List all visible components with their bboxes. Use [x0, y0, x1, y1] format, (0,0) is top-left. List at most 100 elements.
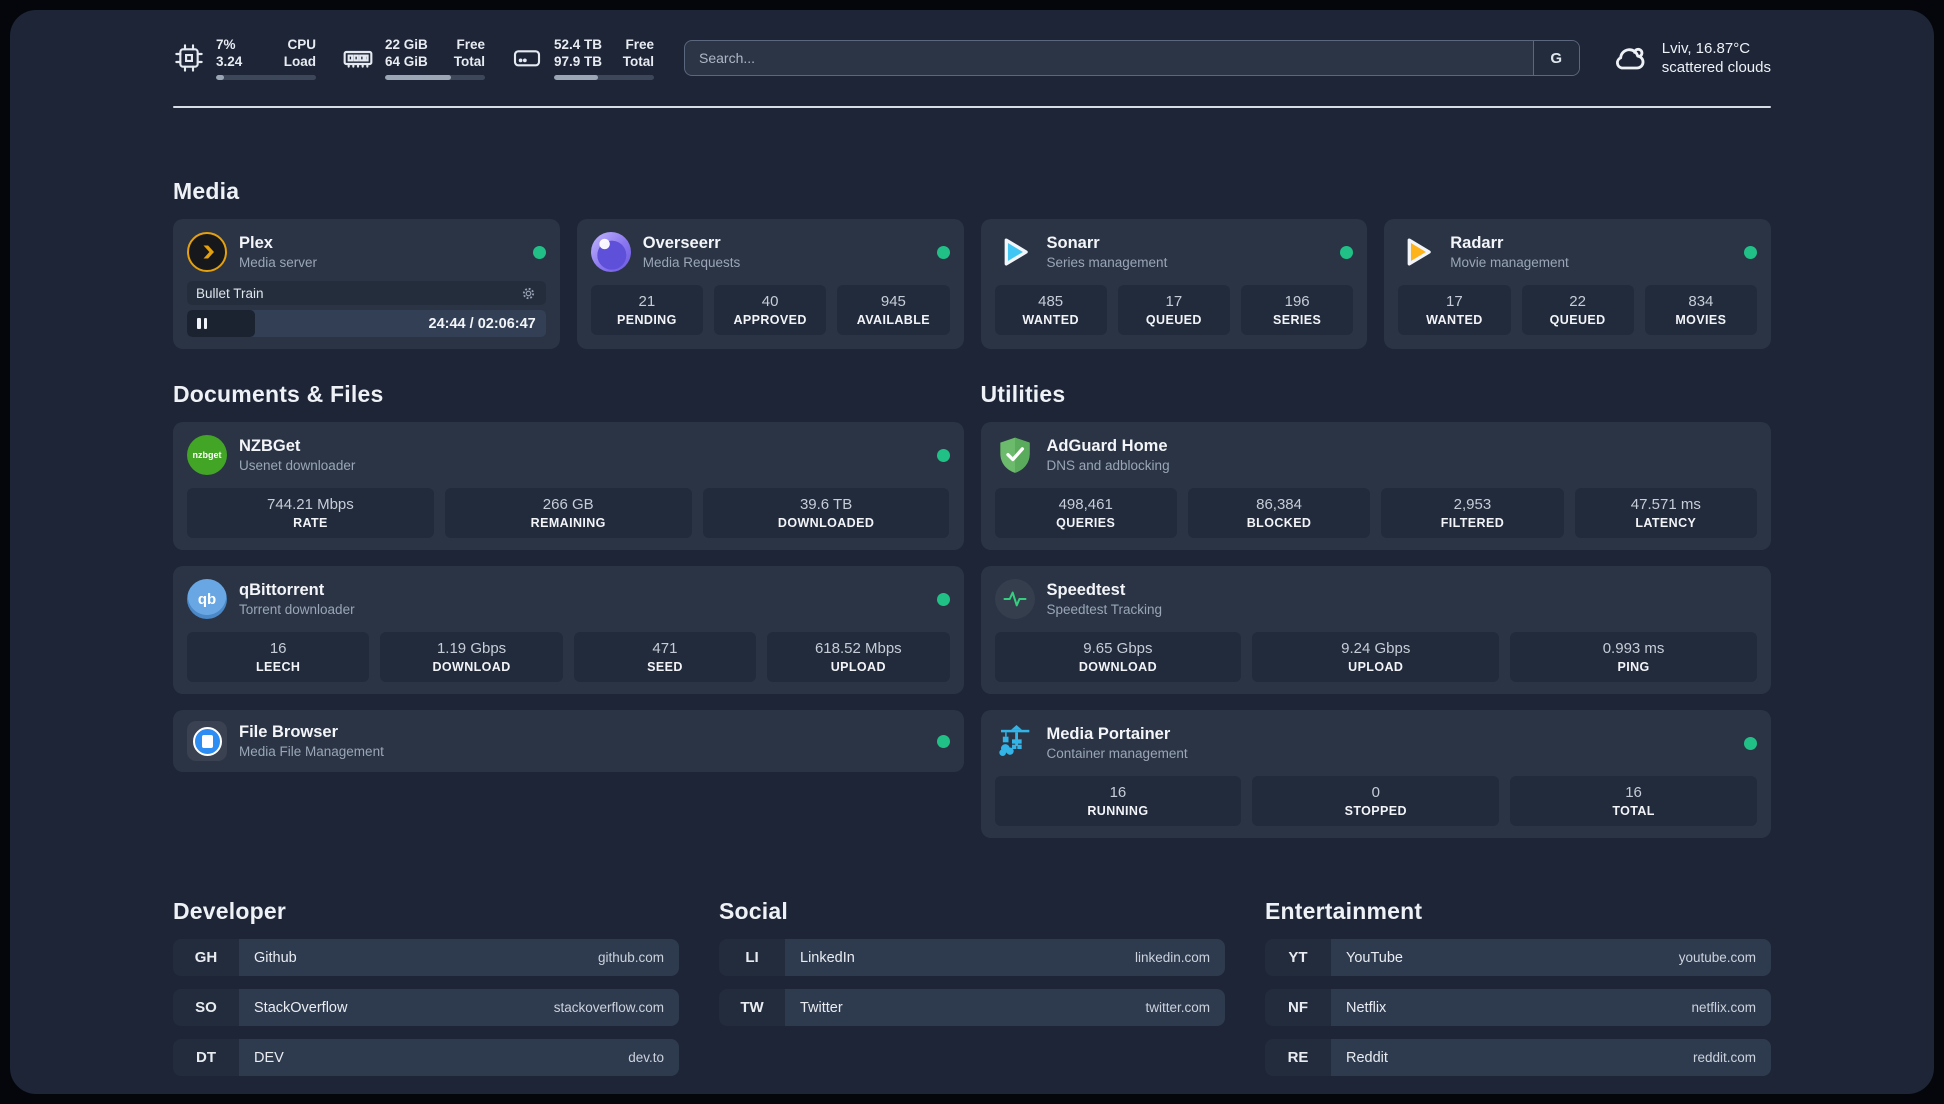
app-card-filebrowser[interactable]: File Browser Media File Management	[173, 710, 964, 772]
memory-progress-bar	[385, 75, 485, 80]
stat-box: 21 PENDING	[590, 285, 703, 335]
sonarr-icon	[995, 232, 1035, 272]
stat-box: 9.24 Gbps UPLOAD	[1252, 632, 1500, 682]
status-online-dot	[936, 245, 950, 259]
bookmark-name: Twitter	[800, 999, 843, 1016]
overseerr-icon	[590, 232, 631, 272]
gear-icon[interactable]	[520, 285, 537, 302]
disk-icon	[511, 42, 543, 74]
app-card-qbittorrent[interactable]: qb qBittorrent Torrent downloader 16 LEE…	[173, 566, 964, 694]
bookmark-github[interactable]: GH Github github.com	[173, 939, 679, 976]
memory-free-label: Free	[456, 37, 485, 52]
app-card-nzbget[interactable]: nzbget NZBGet Usenet downloader 744.21 M…	[173, 422, 964, 550]
bookmark-url: youtube.com	[1678, 950, 1756, 965]
stat-box: 834 MOVIES	[1644, 285, 1757, 335]
weather-widget[interactable]: Lviv, 16.87°C scattered clouds	[1610, 38, 1771, 78]
stat-box: 1.19 Gbps DOWNLOAD	[380, 632, 563, 682]
app-card-adguard[interactable]: AdGuard Home DNS and adblocking 498,461 …	[980, 422, 1771, 550]
bookmark-stackoverflow[interactable]: SO StackOverflow stackoverflow.com	[173, 989, 679, 1026]
app-description: Movie management	[1450, 255, 1569, 270]
search-input[interactable]	[685, 41, 1533, 75]
storage-free-value: 52.4 TB	[554, 37, 603, 52]
cloud-icon	[1610, 38, 1650, 78]
nzbget-icon: nzbget	[187, 435, 227, 475]
bookmark-name: Reddit	[1346, 1049, 1388, 1066]
bookmark-url: stackoverflow.com	[553, 1000, 664, 1015]
stat-box: 47.571 ms LATENCY	[1574, 488, 1757, 538]
stat-box: 2,953 FILTERED	[1381, 488, 1564, 538]
documents-column: Documents & Files nzbget NZBGet Usenet d…	[173, 381, 964, 838]
bookmark-name: YouTube	[1346, 949, 1403, 966]
cpu-icon	[173, 42, 205, 74]
bookmark-name: Netflix	[1346, 999, 1387, 1016]
bookmark-linkedin[interactable]: LI LinkedIn linkedin.com	[719, 939, 1225, 976]
app-name: Speedtest	[1046, 581, 1126, 599]
app-card-radarr[interactable]: Radarr Movie management 17 WANTED 22 QUE…	[1384, 219, 1771, 349]
status-online-dot	[1744, 245, 1757, 259]
bookmark-dev[interactable]: DT DEV dev.to	[173, 1039, 679, 1076]
playback-progress-bar[interactable]: 24:44 / 02:06:47	[187, 310, 546, 337]
storage-stat: 52.4 TB 97.9 TB Free Total	[511, 36, 654, 80]
bookmark-abbr: DT	[173, 1039, 239, 1076]
bookmark-abbr: SO	[173, 989, 239, 1026]
app-description: Torrent downloader	[239, 602, 355, 617]
bookmark-name: DEV	[254, 1049, 284, 1066]
stat-box: 744.21 Mbps RATE	[187, 488, 434, 538]
storage-free-label: Free	[625, 37, 654, 52]
system-stats: 7% 3.24 CPU Load 22 GiB 64 GiB Free Tota…	[173, 36, 654, 80]
storage-progress-fill	[554, 75, 598, 80]
storage-progress-bar	[554, 75, 654, 80]
bookmark-netflix[interactable]: NF Netflix netflix.com	[1265, 989, 1771, 1026]
app-card-overseerr[interactable]: Overseerr Media Requests 21 PENDING 40 A…	[576, 219, 964, 349]
plex-icon	[187, 232, 227, 272]
status-online-dot	[936, 734, 950, 748]
bookmark-url: dev.to	[628, 1050, 664, 1065]
portainer-icon	[995, 723, 1035, 763]
section-title-utilities: Utilities	[980, 381, 1066, 407]
adguard-icon	[995, 435, 1035, 475]
app-card-portainer[interactable]: Media Portainer Container management 16 …	[980, 710, 1771, 838]
app-card-speedtest[interactable]: Speedtest Speedtest Tracking 9.65 Gbps D…	[980, 566, 1771, 694]
search-engine-button[interactable]: G	[1532, 41, 1579, 75]
stat-box: 16 RUNNING	[994, 776, 1242, 826]
stat-box: 17 QUEUED	[1117, 285, 1230, 335]
radarr-icon	[1398, 232, 1438, 272]
dashboard: 7% 3.24 CPU Load 22 GiB 64 GiB Free Tota…	[10, 10, 1934, 1094]
stat-box: 16 TOTAL	[1510, 776, 1757, 826]
filebrowser-icon	[187, 721, 227, 761]
app-name: Overseerr	[642, 234, 721, 252]
cpu-progress-bar	[216, 75, 316, 80]
app-description: DNS and adblocking	[1046, 458, 1170, 473]
bookmark-abbr: YT	[1265, 939, 1331, 976]
section-title-documents: Documents & Files	[173, 381, 384, 407]
entertainment-section: Entertainment YT YouTube youtube.com NF …	[1265, 898, 1771, 1076]
stat-box: 0.993 ms PING	[1510, 632, 1757, 682]
bookmark-url: netflix.com	[1691, 1000, 1756, 1015]
playback-progress-fill	[187, 310, 256, 337]
storage-total-label: Total	[622, 54, 654, 69]
media-cards: Plex Media server Bullet Train 24:44 / 0…	[173, 219, 1771, 349]
qbittorrent-icon: qb	[187, 579, 227, 619]
bookmark-reddit[interactable]: RE Reddit reddit.com	[1265, 1039, 1771, 1076]
cpu-label: CPU	[287, 37, 316, 52]
stat-box: 17 WANTED	[1398, 285, 1511, 335]
status-online-dot	[532, 245, 546, 259]
section-title-media: Media	[173, 178, 240, 204]
cpu-usage-value: 7%	[216, 37, 236, 52]
stat-box: 22 QUEUED	[1521, 285, 1634, 335]
stat-box: 485 WANTED	[994, 285, 1107, 335]
bookmark-abbr: NF	[1265, 989, 1331, 1026]
speedtest-icon	[994, 579, 1035, 619]
memory-free-value: 22 GiB	[385, 37, 428, 52]
app-card-sonarr[interactable]: Sonarr Series management 485 WANTED 17 Q…	[980, 219, 1368, 349]
bookmark-twitter[interactable]: TW Twitter twitter.com	[719, 989, 1225, 1026]
app-card-plex[interactable]: Plex Media server Bullet Train 24:44 / 0…	[173, 219, 560, 349]
plex-now-playing: Bullet Train 24:44 / 02:06:47	[187, 281, 546, 337]
cpu-load-label: Load	[283, 54, 316, 69]
app-description: Usenet downloader	[239, 458, 356, 473]
bookmark-url: github.com	[597, 950, 664, 965]
cpu-progress-fill	[216, 75, 224, 80]
bookmark-youtube[interactable]: YT YouTube youtube.com	[1265, 939, 1771, 976]
app-name: Radarr	[1450, 234, 1504, 252]
top-bar: 7% 3.24 CPU Load 22 GiB 64 GiB Free Tota…	[10, 10, 1934, 80]
